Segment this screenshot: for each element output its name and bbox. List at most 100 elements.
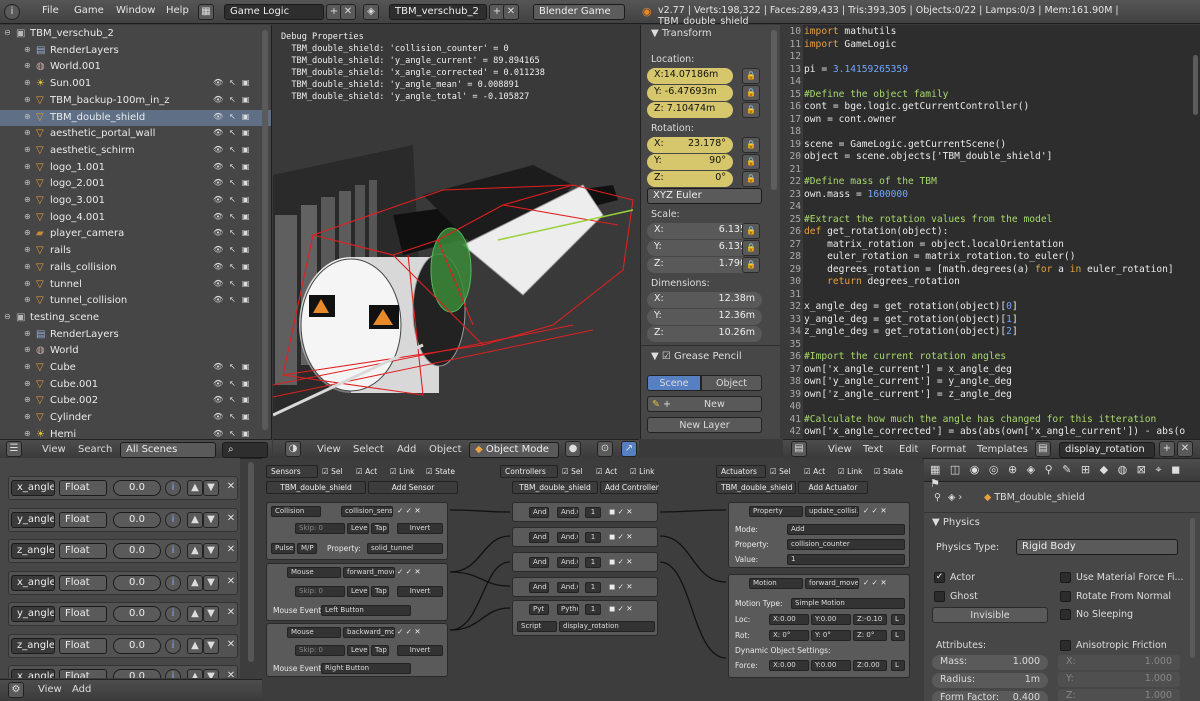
menu-window[interactable]: Window [116, 5, 155, 16]
lock-icon[interactable]: 🔒 [742, 137, 760, 153]
visibility-select-render-icons[interactable]: 👁↖▣ [213, 245, 263, 254]
code-line[interactable]: 31 [783, 289, 1200, 302]
visibility-select-render-icons[interactable]: 👁↖▣ [213, 412, 263, 421]
property-type-select[interactable]: Float [59, 606, 107, 622]
physics-type-select[interactable]: Rigid Body [1016, 539, 1178, 555]
visibility-select-render-icons[interactable]: 👁↖▣ [213, 279, 263, 288]
expand-toggle-icon[interactable]: ⊕ [24, 112, 31, 121]
move-up-icon[interactable]: ▲ [187, 574, 203, 591]
dimension-y-field[interactable]: Y: 12.36m [647, 309, 762, 325]
gp-scene-button[interactable]: Scene [647, 375, 701, 391]
remove-property-icon[interactable]: ✕ [223, 512, 239, 528]
actor-checkbox[interactable]: ✓ [934, 572, 945, 583]
object-mode-select[interactable]: ◆ Object Mode [469, 442, 559, 458]
move-up-icon[interactable]: ▲ [187, 543, 203, 559]
viewport-object-menu[interactable]: Object [429, 444, 462, 455]
invisible-toggle[interactable]: Invisible [932, 607, 1048, 623]
form-factor-field[interactable]: Form Factor: 0.400 [932, 691, 1048, 701]
engine-select[interactable]: Blender Game [533, 4, 625, 20]
code-line[interactable]: 21 [783, 164, 1200, 177]
properties-tab-icons[interactable]: ▦ ◫ ◉ ◎ ⊕ ◈ ⚲ ✎ ⊞ ◆ ◍ ⊠ ⌖ ◼ ⚑ [930, 463, 1200, 490]
mass-field[interactable]: Mass: 1.000 [932, 655, 1048, 670]
property-type-select[interactable]: Float [59, 637, 107, 654]
screen-layout-field[interactable]: Game Logic [224, 4, 324, 20]
outliner-item[interactable]: ⊕ ▽ logo_1.001 👁↖▣ [0, 160, 271, 177]
expand-toggle-icon[interactable]: ⊕ [24, 128, 31, 137]
shading-icon[interactable]: ● [565, 441, 581, 457]
code-line[interactable]: 19 scene = GameLogic.getCurrentScene() [783, 139, 1200, 152]
debug-info-icon[interactable]: i [165, 669, 181, 678]
controller-toggle-icons[interactable]: ◼ ✓ ✕ [609, 557, 633, 566]
outliner-item[interactable]: ⊕ ▤ RenderLayers [0, 43, 271, 60]
outliner-item[interactable]: ⊕ ▽ TBM_double_shield 👁↖▣ [0, 109, 271, 127]
text-templates-menu[interactable]: Templates [977, 444, 1028, 455]
expand-toggle-icon[interactable]: ⊕ [24, 379, 31, 388]
property-name-field[interactable]: z_angle [11, 543, 55, 559]
code-line[interactable]: 42 own['x_angle_corrected'] = abs(abs(own… [783, 426, 1200, 439]
controller-type-select[interactable]: And [529, 582, 549, 593]
delete-scene-icon[interactable]: ✕ [503, 4, 519, 20]
text-file-icon[interactable]: ▤ [1035, 441, 1051, 457]
code-line[interactable]: 41 #Calculate how much the angle has chan… [783, 414, 1200, 427]
viewport-add-menu[interactable]: Add [397, 444, 416, 455]
property-value-field[interactable]: 0.0 [113, 480, 161, 496]
outliner-item[interactable]: ⊕ ▽ rails 👁↖▣ [0, 243, 271, 260]
move-down-icon[interactable]: ▼ [203, 511, 219, 528]
pivot-icon[interactable]: ⊙ [597, 441, 613, 457]
outliner-search-input[interactable]: ⌕ [222, 442, 268, 458]
code-line[interactable]: 36 #Import the current rotation angles [783, 351, 1200, 364]
dimension-z-field[interactable]: Z: 10.26m [647, 326, 762, 342]
property-value-field[interactable]: 0.0 [113, 574, 161, 591]
scene-link-icon[interactable]: ◈ › [948, 492, 962, 503]
gp-new-layer-button[interactable]: New Layer [647, 417, 762, 433]
visibility-select-render-icons[interactable]: 👁↖▣ [213, 362, 263, 371]
property-type-select[interactable]: Float [59, 511, 107, 528]
expand-toggle-icon[interactable]: ⊕ [24, 195, 31, 204]
outliner-filter-select[interactable]: All Scenes [120, 442, 216, 458]
grease-pencil-header[interactable]: ▼ ☑ Grease Pencil [651, 351, 742, 362]
visibility-select-render-icons[interactable]: 👁↖▣ [213, 128, 263, 137]
expand-toggle-icon[interactable]: ⊖ [4, 312, 11, 321]
code-line[interactable]: 12 [783, 51, 1200, 64]
text-format-menu[interactable]: Format [931, 444, 966, 455]
scale-z-field[interactable]: Z: 1.790 [647, 257, 753, 273]
text-editor[interactable]: 10 import mathutils 11 import GameLogic 12 13… [783, 25, 1200, 439]
lock-icon[interactable]: 🔒 [742, 102, 760, 118]
outliner-item[interactable]: ⊕ ▽ logo_2.001 👁↖▣ [0, 176, 271, 193]
code-line[interactable]: 27 matrix_rotation = object.localOrienta… [783, 239, 1200, 252]
code-line[interactable]: 39 own['z_angle_current'] = z_angle_deg [783, 389, 1200, 402]
outliner-item[interactable]: ⊕ ◍ World [0, 343, 271, 360]
text-file-field[interactable]: display_rotation [1059, 442, 1155, 458]
code-line[interactable]: 32 x_angle_deg = get_rotation(object)[0] [783, 301, 1200, 314]
move-down-icon[interactable]: ▼ [203, 637, 219, 654]
manipulator-icon[interactable]: ↗ [621, 441, 637, 457]
text-edit-menu[interactable]: Edit [899, 444, 918, 455]
property-type-select[interactable]: Float [59, 669, 107, 678]
remove-property-icon[interactable]: ✕ [223, 543, 239, 559]
outliner-item[interactable]: ⊕ ▽ aesthetic_schirm 👁↖▣ [0, 143, 271, 160]
logic-view-menu[interactable]: View [38, 684, 62, 695]
code-line[interactable]: 11 import GameLogic [783, 39, 1200, 52]
outliner-item[interactable]: ⊕ ▽ logo_4.001 👁↖▣ [0, 210, 271, 227]
physics-panel-header[interactable]: ▼ Physics [932, 517, 980, 528]
lock-icon[interactable]: 🔒 [742, 85, 760, 101]
code-line[interactable]: 37 own['x_angle_current'] = x_angle_deg [783, 364, 1200, 377]
code-line[interactable]: 18 [783, 126, 1200, 139]
anisotropic-friction-checkbox[interactable] [1060, 640, 1071, 651]
remove-property-icon[interactable]: ✕ [223, 669, 239, 678]
expand-toggle-icon[interactable]: ⊕ [24, 95, 31, 104]
expand-toggle-icon[interactable]: ⊕ [24, 329, 31, 338]
outliner-item[interactable]: ⊕ ▽ tunnel 👁↖▣ [0, 277, 271, 294]
code-line[interactable]: 24 [783, 201, 1200, 214]
rotation-z-field[interactable]: Z: 0° [647, 171, 733, 187]
code-line[interactable]: 30 return degrees_rotation [783, 276, 1200, 289]
debug-info-icon[interactable]: i [165, 606, 181, 622]
controller-state-field[interactable]: 1 [585, 507, 601, 518]
property-value-field[interactable]: 0.0 [113, 606, 161, 622]
outliner-search-menu[interactable]: Search [78, 444, 112, 455]
visibility-select-render-icons[interactable]: 👁↖▣ [213, 395, 263, 404]
code-line[interactable]: 38 own['y_angle_current'] = y_angle_deg [783, 376, 1200, 389]
debug-info-icon[interactable]: i [165, 511, 181, 528]
property-value-field[interactable]: 0.0 [113, 637, 161, 654]
remove-property-icon[interactable]: ✕ [223, 575, 239, 591]
